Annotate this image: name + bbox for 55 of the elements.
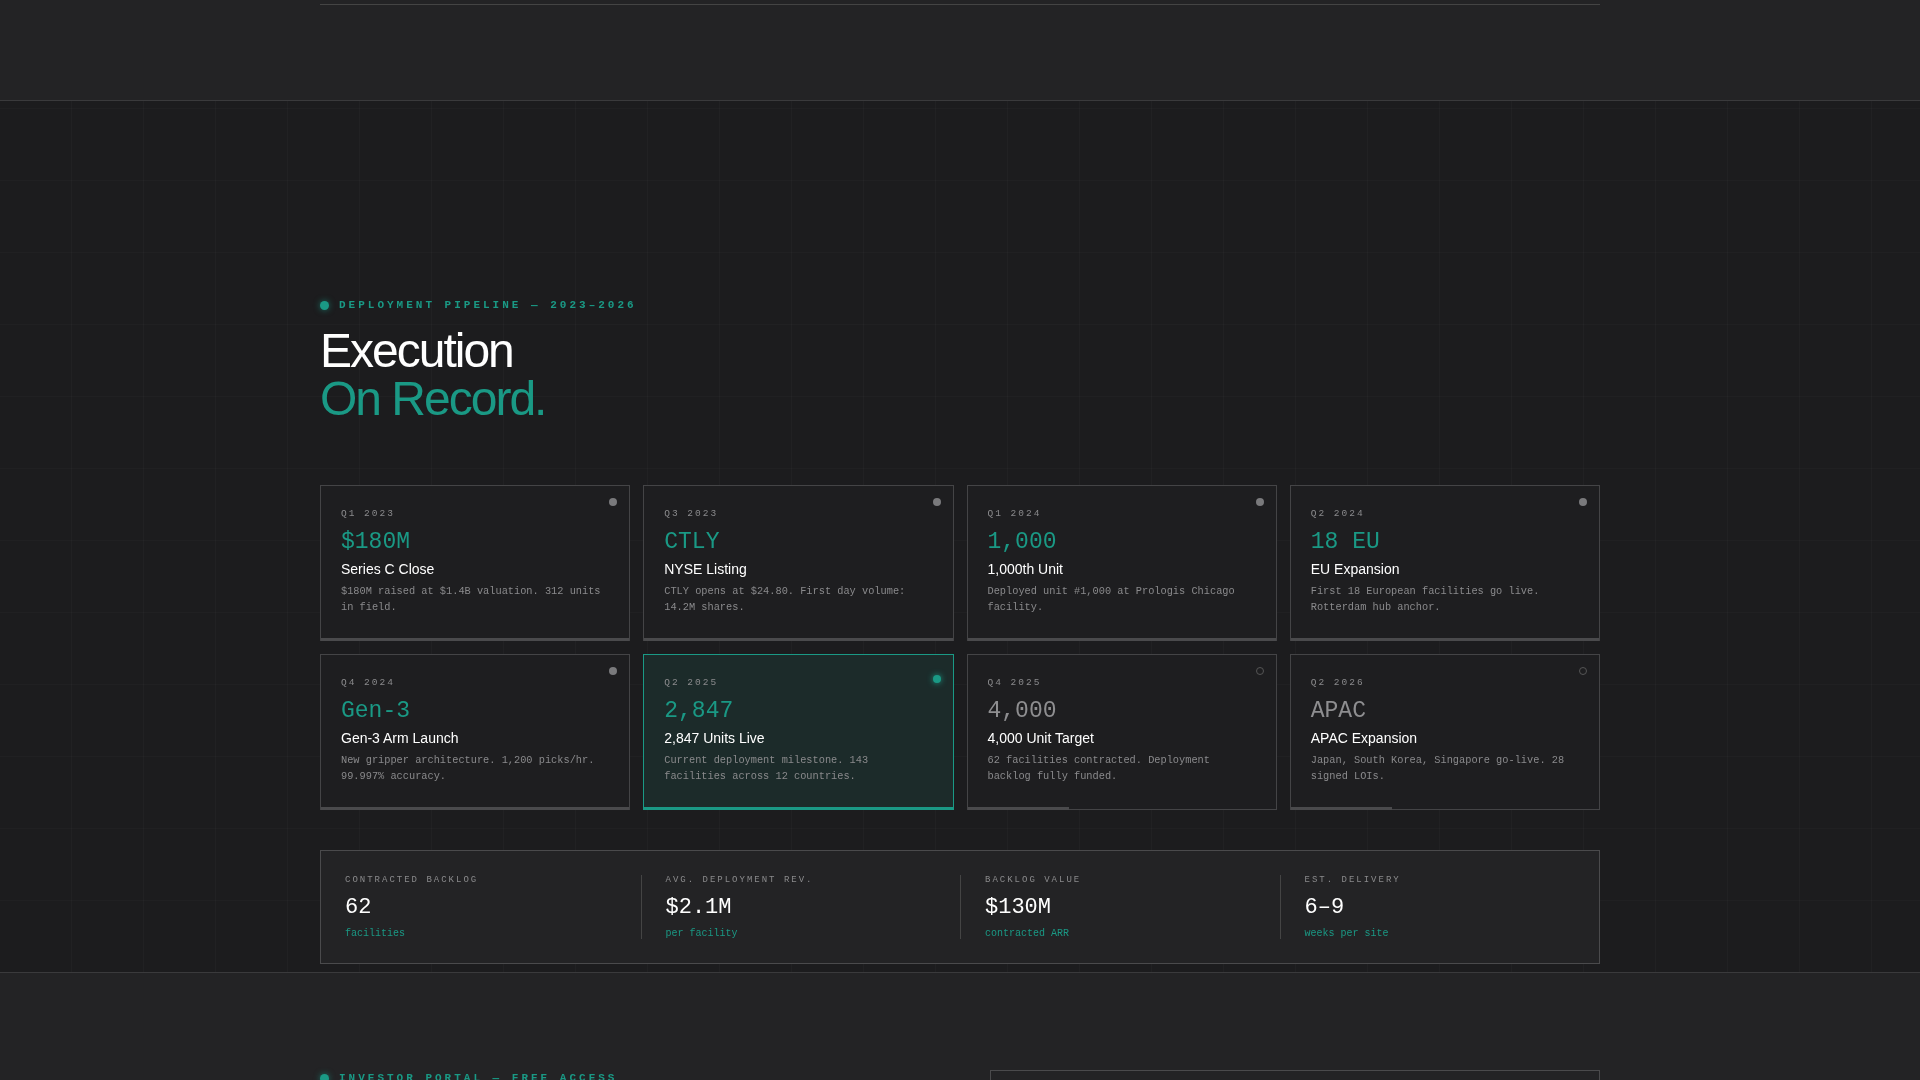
section-title: Execution <box>320 327 514 375</box>
milestone-value: 1,000 <box>987 529 1058 555</box>
milestone-title: EU Expansion <box>1310 561 1401 577</box>
milestone-title: 2,847 Units Live <box>664 730 766 746</box>
quarter-label: Q1 2024 <box>987 508 1043 519</box>
milestone-description: $180M raised at $1.4B valuation. 312 units in field. <box>341 584 602 615</box>
stat-value: 62 <box>345 895 373 920</box>
quarter-label: Q2 2026 <box>1310 677 1366 688</box>
stat-label: CONTRACTED BACKLOG <box>345 875 480 885</box>
stat-caption: per facility <box>665 928 739 939</box>
milestone-value: Gen-3 <box>341 698 411 724</box>
status-dot-icon <box>932 498 941 506</box>
milestone-value: CTLY <box>664 529 721 555</box>
milestone-title: APAC Expansion <box>1310 730 1419 746</box>
stat-label: EST. DELIVERY <box>1304 875 1402 885</box>
stat-value: $2.1M <box>665 895 733 920</box>
milestone-title: 1,000th Unit <box>987 561 1064 577</box>
milestone-description: First 18 European facilities go live. Rotterdam hub anchor. <box>1310 584 1541 615</box>
milestone-description: Deployed unit #1,000 at Prologis Chicago facility. <box>987 584 1236 615</box>
stat-value: 6–9 <box>1304 895 1346 920</box>
status-dot-icon <box>1579 498 1587 506</box>
milestone-description: Current deployment milestone. 143 facilities across 12 countries. <box>664 753 870 784</box>
stat-value: $130M <box>985 895 1052 920</box>
status-dot-icon <box>320 1073 329 1080</box>
milestone-description: New gripper architecture. 1,200 picks/hr. 99.997% accuracy. <box>341 753 596 784</box>
milestone-description: Japan, South Korea, Singapore go-live. 28 signed LOIs. <box>1310 753 1566 784</box>
stat-label: BACKLOG VALUE <box>985 875 1083 885</box>
stat-caption: contracted ARR <box>985 928 1070 939</box>
milestone-title: 4,000 Unit Target <box>987 730 1095 746</box>
stat-caption: facilities <box>345 928 406 939</box>
section-eyebrow: DEPLOYMENT PIPELINE — 2023–2026 <box>339 299 637 311</box>
status-dot-icon <box>609 498 618 506</box>
milestone-value: 2,847 <box>664 698 735 724</box>
quarter-label: Q2 2024 <box>1310 508 1366 519</box>
status-dot-icon <box>609 667 618 675</box>
status-dot-icon <box>932 675 941 683</box>
milestone-title: NYSE Listing <box>664 561 748 577</box>
quarter-label: Q4 2025 <box>987 677 1043 688</box>
milestone-description: 62 facilities contracted. Deployment backlog fully funded. <box>987 753 1211 784</box>
stat-label: AVG. DEPLOYMENT REV. <box>665 875 815 885</box>
quarter-label: Q1 2023 <box>341 508 396 519</box>
milestone-value: $180M <box>341 529 411 555</box>
milestone-description: CTLY opens at $24.80. First day volume: 14.2M shares. <box>664 584 907 615</box>
status-dot-icon <box>1255 498 1264 506</box>
section-subtitle: On Record. <box>320 375 547 423</box>
milestone-value: 4,000 <box>987 698 1058 724</box>
milestone-value: APAC <box>1310 698 1367 724</box>
status-dot-icon <box>320 300 329 310</box>
milestone-title: Gen-3 Arm Launch <box>341 730 460 746</box>
milestone-title: Series C Close <box>341 561 436 577</box>
quarter-label: Q2 2025 <box>664 677 720 688</box>
stat-caption: weeks per site <box>1304 928 1390 939</box>
quarter-label: Q3 2023 <box>664 508 720 519</box>
milestone-value: 18 EU <box>1310 529 1381 555</box>
quarter-label: Q4 2024 <box>341 677 396 688</box>
